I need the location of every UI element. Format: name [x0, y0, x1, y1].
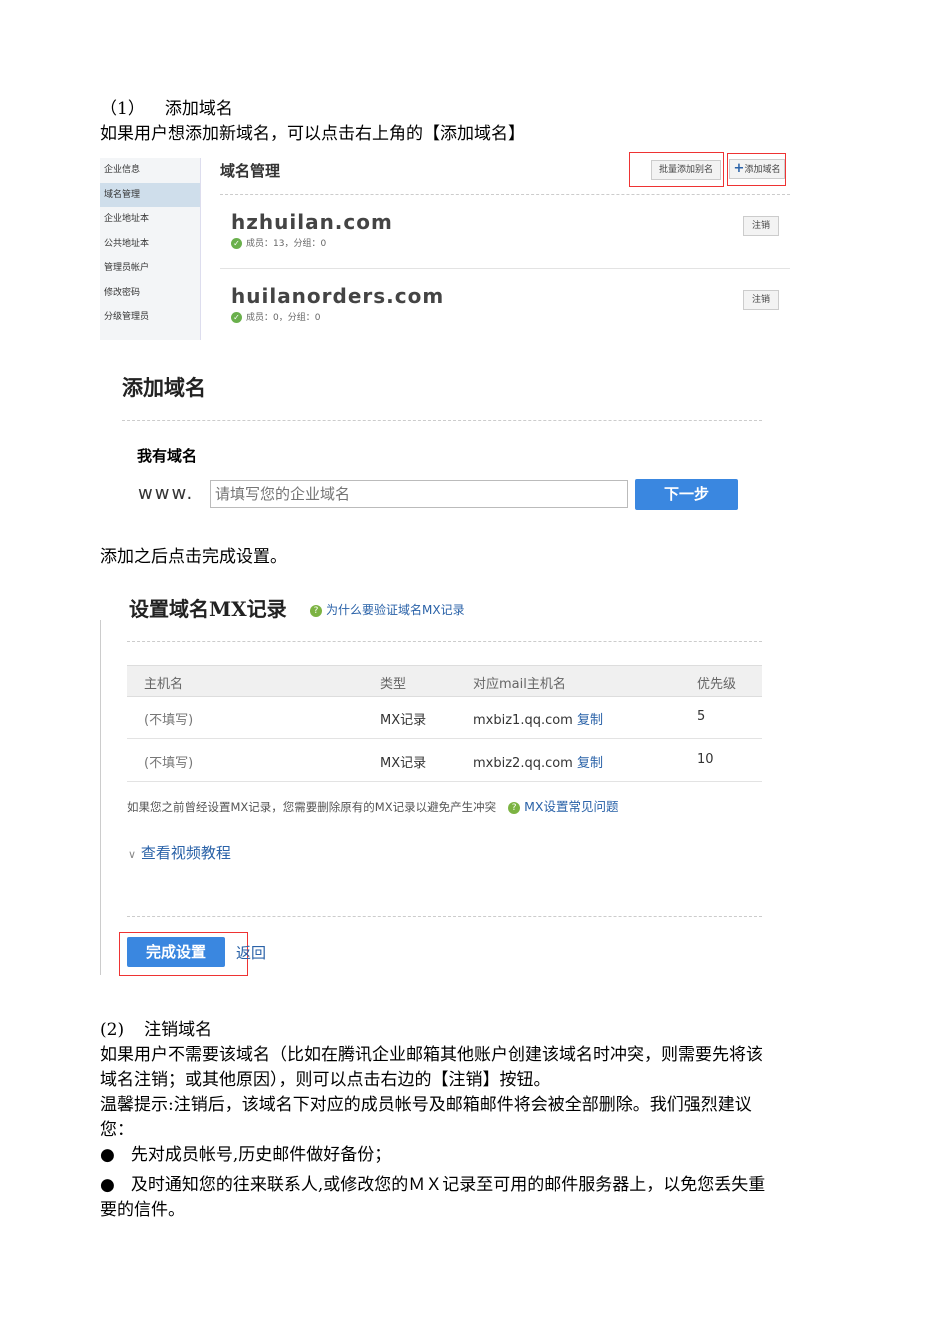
- sidebar-item-active[interactable]: 域名管理: [100, 182, 200, 207]
- domain-name: hzhuilan.com: [231, 210, 393, 234]
- bullet-icon: ●: [100, 1175, 115, 1195]
- video-tutorial[interactable]: ∨ 查看视频教程: [128, 842, 231, 863]
- help-icon: ?: [310, 604, 322, 617]
- bullet-item: ● 及时通知您的往来联系人,或修改您的ＭＸ记录至可用的邮件服务器上，以免您丢失重: [100, 1173, 765, 1198]
- copy-link[interactable]: 复制: [577, 713, 603, 728]
- row-type: MX记录: [380, 756, 427, 771]
- bullet-icon: ●: [100, 1145, 115, 1165]
- sidebar-item[interactable]: 企业信息: [100, 158, 200, 183]
- sidebar-item[interactable]: 企业地址本: [100, 207, 200, 232]
- mx-title: 设置域名MX记录: [129, 597, 287, 621]
- divider: [127, 641, 762, 642]
- domain-input[interactable]: [210, 480, 628, 508]
- sidebar-item[interactable]: 分级管理员: [100, 305, 200, 330]
- stats-text: 成员：13，分组：0: [246, 239, 327, 249]
- heading-text: 添加域名: [164, 99, 233, 119]
- heading-text: 注销域名: [144, 1020, 213, 1040]
- copy-link[interactable]: 复制: [577, 756, 603, 771]
- paragraph: 如果用户不需要该域名（比如在腾讯企业邮箱其他账户创建该域名时冲突，则需要先将该: [100, 1045, 763, 1065]
- sidebar-item[interactable]: 管理员帐户: [100, 256, 200, 281]
- notice-text: 如果您之前曾经设置MX记录，您需要删除原有的MX记录以避免产生冲突: [127, 800, 497, 814]
- col-host: 主机名: [144, 677, 184, 692]
- divider: [127, 781, 762, 782]
- next-button[interactable]: 下一步: [635, 479, 738, 510]
- section1-heading: （1） 添加域名: [100, 97, 233, 122]
- deregister-button[interactable]: 注销: [743, 216, 779, 236]
- row-mail: mxbiz1.qq.com 复制: [473, 709, 603, 728]
- domain-mgmt-title: 域名管理: [220, 162, 281, 180]
- row-priority: 5: [697, 709, 706, 724]
- paragraph: 域名注销；或其他原因），则可以点击右边的【注销】按钮。: [100, 1070, 551, 1090]
- domain-name: huilanorders.com: [231, 284, 445, 308]
- divider: [220, 194, 790, 195]
- sidebar-item[interactable]: 公共地址本: [100, 232, 200, 257]
- bullet-text: 先对成员帐号,历史邮件做好备份；: [130, 1145, 392, 1165]
- paragraph: 您：: [100, 1120, 134, 1140]
- back-link[interactable]: 返回: [236, 942, 266, 963]
- deregister-button[interactable]: 注销: [743, 290, 779, 310]
- check-icon: ✓: [231, 312, 242, 323]
- divider: [127, 916, 762, 917]
- section2-heading: (2) 注销域名: [100, 1018, 212, 1043]
- help-icon: ?: [508, 801, 521, 814]
- why-mx-link[interactable]: ? 为什么要验证域名MX记录: [310, 601, 465, 618]
- row-host: (不填写): [144, 756, 194, 771]
- chevron-down-icon: ∨: [128, 848, 137, 861]
- mx-notice: 如果您之前曾经设置MX记录，您需要删除原有的MX记录以避免产生冲突? MX设置常见…: [127, 796, 618, 815]
- divider: [220, 268, 790, 269]
- paragraph: 温馨提示:注销后，该域名下对应的成员帐号及邮箱邮件将会被全部删除。我们强烈建议: [100, 1095, 752, 1115]
- bullet-continuation: 要的信件。: [100, 1200, 185, 1220]
- sidebar: 企业信息 域名管理 企业地址本 公共地址本 管理员帐户 修改密码 分级管理员: [100, 158, 201, 340]
- mail-host: mxbiz1.qq.com: [473, 713, 573, 728]
- row-type: MX记录: [380, 713, 427, 728]
- section1-intro: 如果用户想添加新域名，可以点击右上角的【添加域名】: [100, 124, 525, 144]
- frame-border: [100, 620, 101, 975]
- document-page: （1） 添加域名 如果用户想添加新域名，可以点击右上角的【添加域名】 企业信息 域…: [0, 0, 950, 1344]
- video-link[interactable]: 查看视频教程: [141, 844, 231, 862]
- why-mx-text[interactable]: 为什么要验证域名MX记录: [326, 603, 465, 617]
- highlight-box: [119, 932, 248, 976]
- bullet-item: ● 先对成员帐号,历史邮件做好备份；: [100, 1143, 391, 1168]
- table-header: [127, 665, 762, 697]
- add-domain-title: 添加域名: [122, 375, 206, 400]
- col-mail: 对应mail主机名: [473, 677, 566, 692]
- row-mail: mxbiz2.qq.com 复制: [473, 752, 603, 771]
- col-type: 类型: [380, 677, 407, 692]
- mail-host: mxbiz2.qq.com: [473, 756, 573, 771]
- row-priority: 10: [697, 752, 714, 767]
- sidebar-item[interactable]: 修改密码: [100, 281, 200, 306]
- divider: [127, 738, 762, 739]
- domain-stats: ✓ 成员：13，分组：0: [231, 236, 326, 249]
- domain-stats: ✓ 成员：0，分组：0: [231, 310, 320, 323]
- heading-number: (2): [100, 1020, 125, 1040]
- stats-text: 成员：0，分组：0: [246, 313, 321, 323]
- have-domain-label: 我有域名: [137, 447, 198, 465]
- highlight-box: [629, 152, 724, 187]
- after-text: 添加之后点击完成设置。: [100, 547, 287, 567]
- faq-link[interactable]: MX设置常见问题: [524, 799, 618, 814]
- www-prefix: www.: [138, 483, 195, 504]
- check-icon: ✓: [231, 238, 242, 249]
- heading-number: （1）: [100, 99, 145, 119]
- col-priority: 优先级: [697, 677, 737, 692]
- bullet-text: 及时通知您的往来联系人,或修改您的ＭＸ记录至可用的邮件服务器上，以免您丢失重: [130, 1175, 766, 1195]
- divider: [122, 420, 762, 421]
- row-host: (不填写): [144, 713, 194, 728]
- highlight-box: [727, 153, 786, 186]
